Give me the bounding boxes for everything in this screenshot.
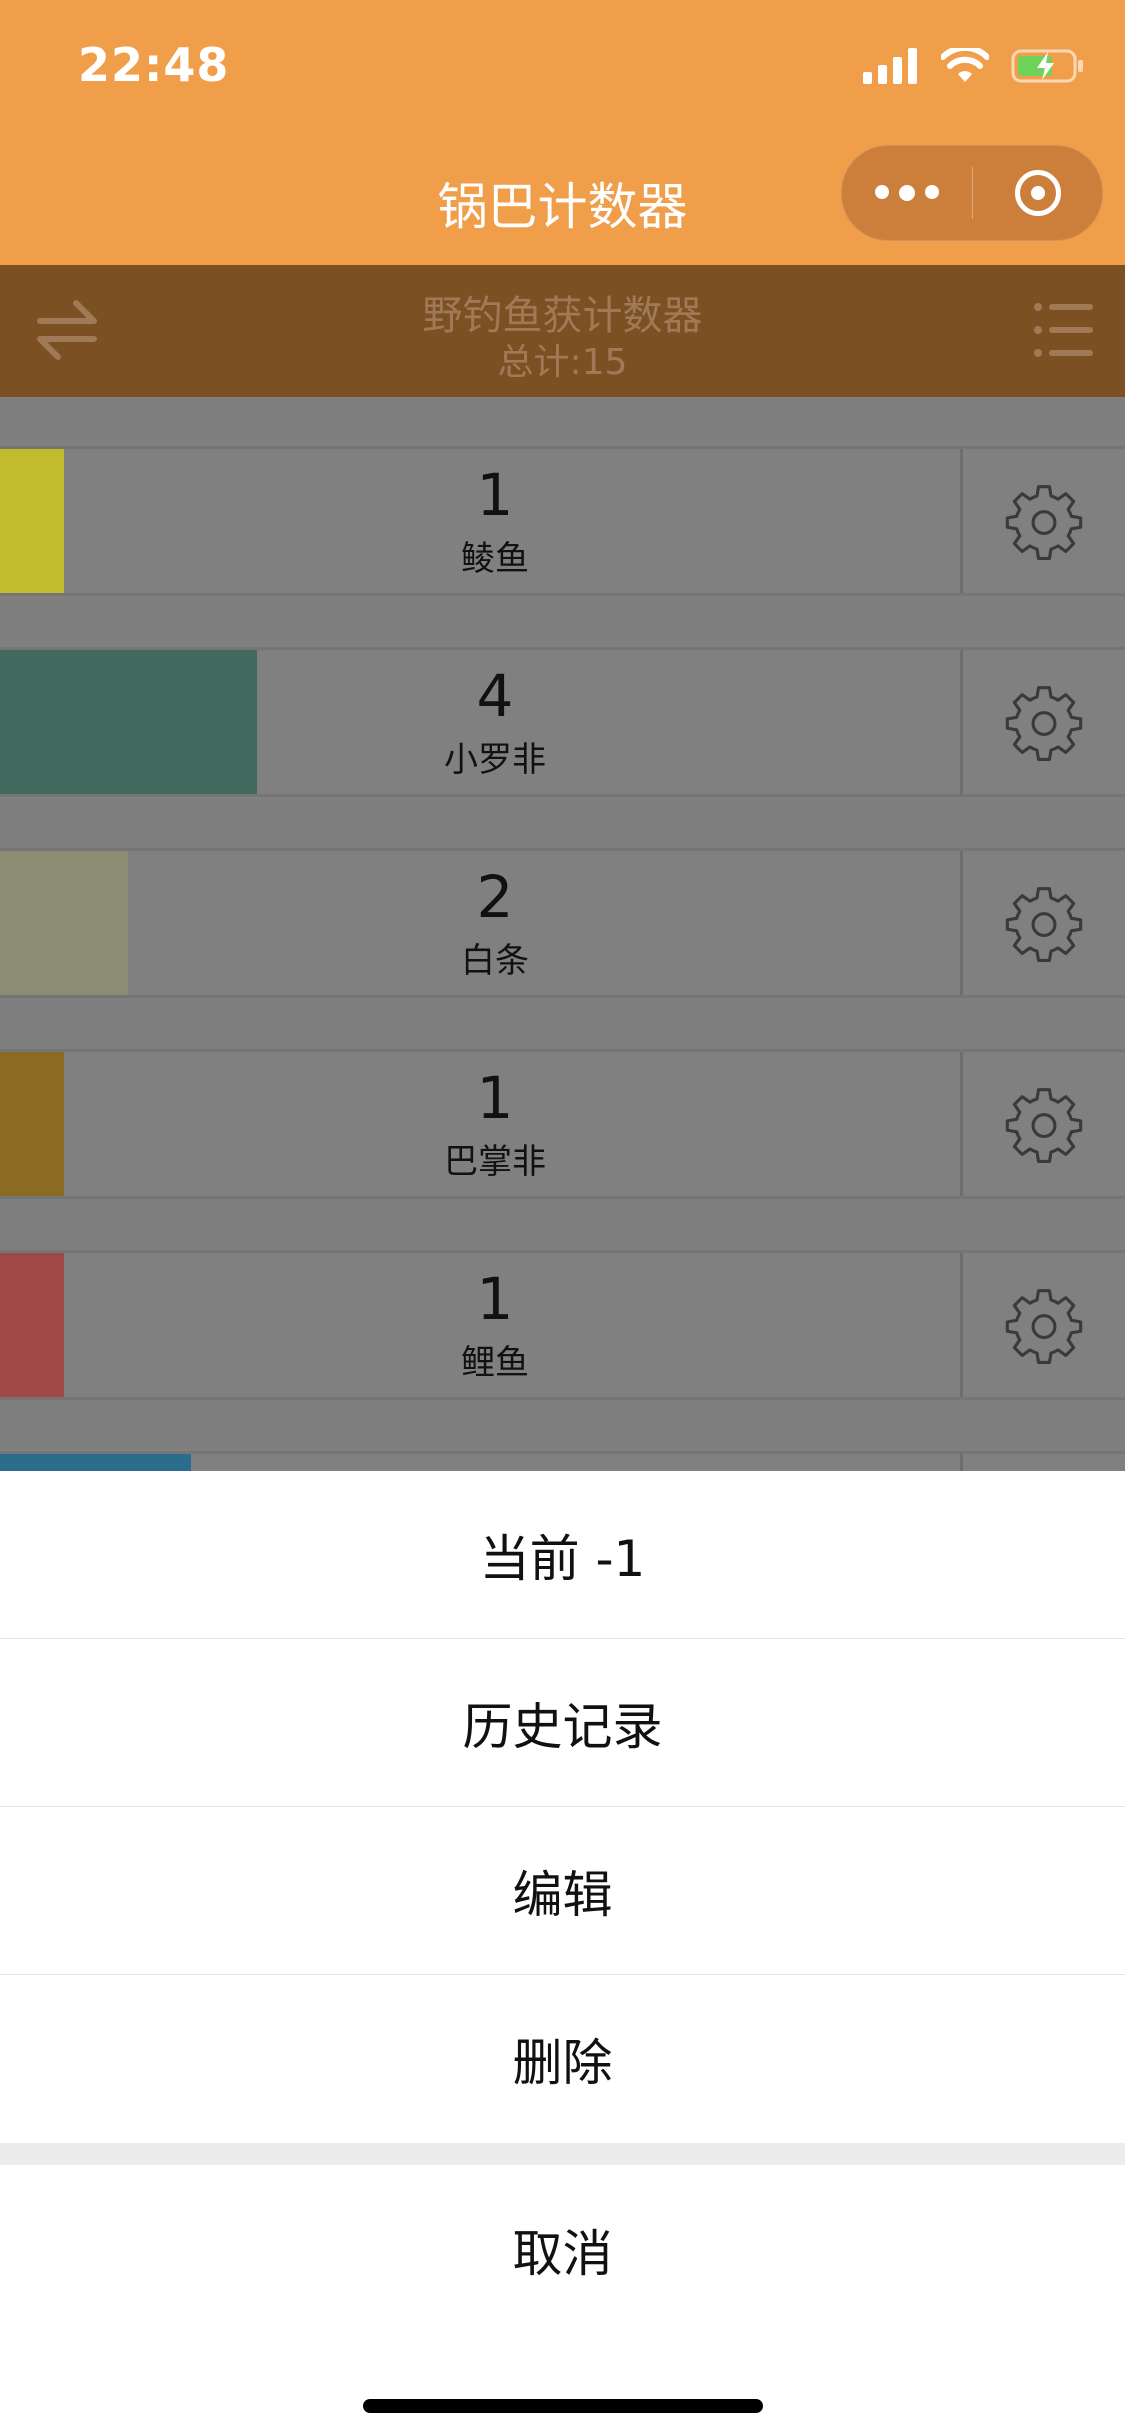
row-settings-button[interactable] — [960, 1052, 1125, 1196]
counter-name: 鲤鱼 — [461, 1343, 529, 1383]
battery-charging-icon — [1011, 49, 1083, 83]
gear-icon — [1005, 686, 1083, 761]
app-header: 野钓鱼获计数器 总计:15 — [0, 265, 1125, 397]
row-settings-button[interactable] — [960, 650, 1125, 794]
row-settings-button[interactable] — [960, 1253, 1125, 1397]
sheet-separator — [0, 2143, 1125, 2165]
counter-name: 鲮鱼 — [461, 539, 529, 579]
counter-row[interactable]: 4 小罗非 — [0, 647, 1125, 797]
history-button[interactable]: 历史记录 — [0, 1639, 1125, 1807]
list-menu-icon[interactable] — [1033, 299, 1095, 361]
status-bar: 22:48 — [0, 0, 1125, 135]
counter-value: 1 — [476, 1265, 514, 1333]
more-dots-icon — [925, 185, 939, 199]
row-settings-button[interactable] — [960, 449, 1125, 593]
close-mini-program-button[interactable] — [973, 170, 1102, 216]
status-icons — [863, 46, 1085, 86]
counter-value: 1 — [476, 461, 514, 529]
home-indicator — [363, 2399, 763, 2413]
row-settings-button[interactable] — [960, 851, 1125, 995]
gear-icon — [1005, 887, 1083, 962]
counter-row[interactable]: 1 巴掌非 — [0, 1049, 1125, 1199]
more-dots-icon — [875, 185, 889, 199]
counter-row[interactable]: 2 白条 — [0, 848, 1125, 998]
more-options-button[interactable] — [842, 185, 972, 201]
counter-name: 白条 — [461, 941, 529, 981]
counter-name: 巴掌非 — [444, 1142, 546, 1182]
target-icon — [1014, 170, 1061, 216]
header-total: 总计:15 — [497, 342, 628, 383]
more-dots-icon — [899, 185, 915, 201]
signal-icon — [863, 48, 917, 84]
nav-bar: 锅巴计数器 — [0, 135, 1125, 265]
gear-icon — [1005, 485, 1083, 560]
counter-row[interactable]: 1 鲮鱼 — [0, 446, 1125, 596]
counter-value: 4 — [476, 662, 514, 730]
status-time: 22:48 — [78, 38, 230, 92]
counter-value: 2 — [476, 863, 514, 931]
mini-program-capsule — [841, 145, 1103, 241]
action-sheet: 当前 -1 历史记录 编辑 删除 取消 — [0, 1471, 1125, 2436]
gear-icon — [1005, 1289, 1083, 1364]
counter-row[interactable]: 1 鲤鱼 — [0, 1250, 1125, 1400]
wifi-icon — [941, 48, 989, 82]
cancel-button[interactable]: 取消 — [0, 2165, 1125, 2335]
counter-name: 小罗非 — [444, 740, 546, 780]
edit-button[interactable]: 编辑 — [0, 1807, 1125, 1975]
counter-value: 1 — [476, 1064, 514, 1132]
delete-button[interactable]: 删除 — [0, 1975, 1125, 2143]
gear-icon — [1005, 1088, 1083, 1163]
decrement-button[interactable]: 当前 -1 — [0, 1471, 1125, 1639]
